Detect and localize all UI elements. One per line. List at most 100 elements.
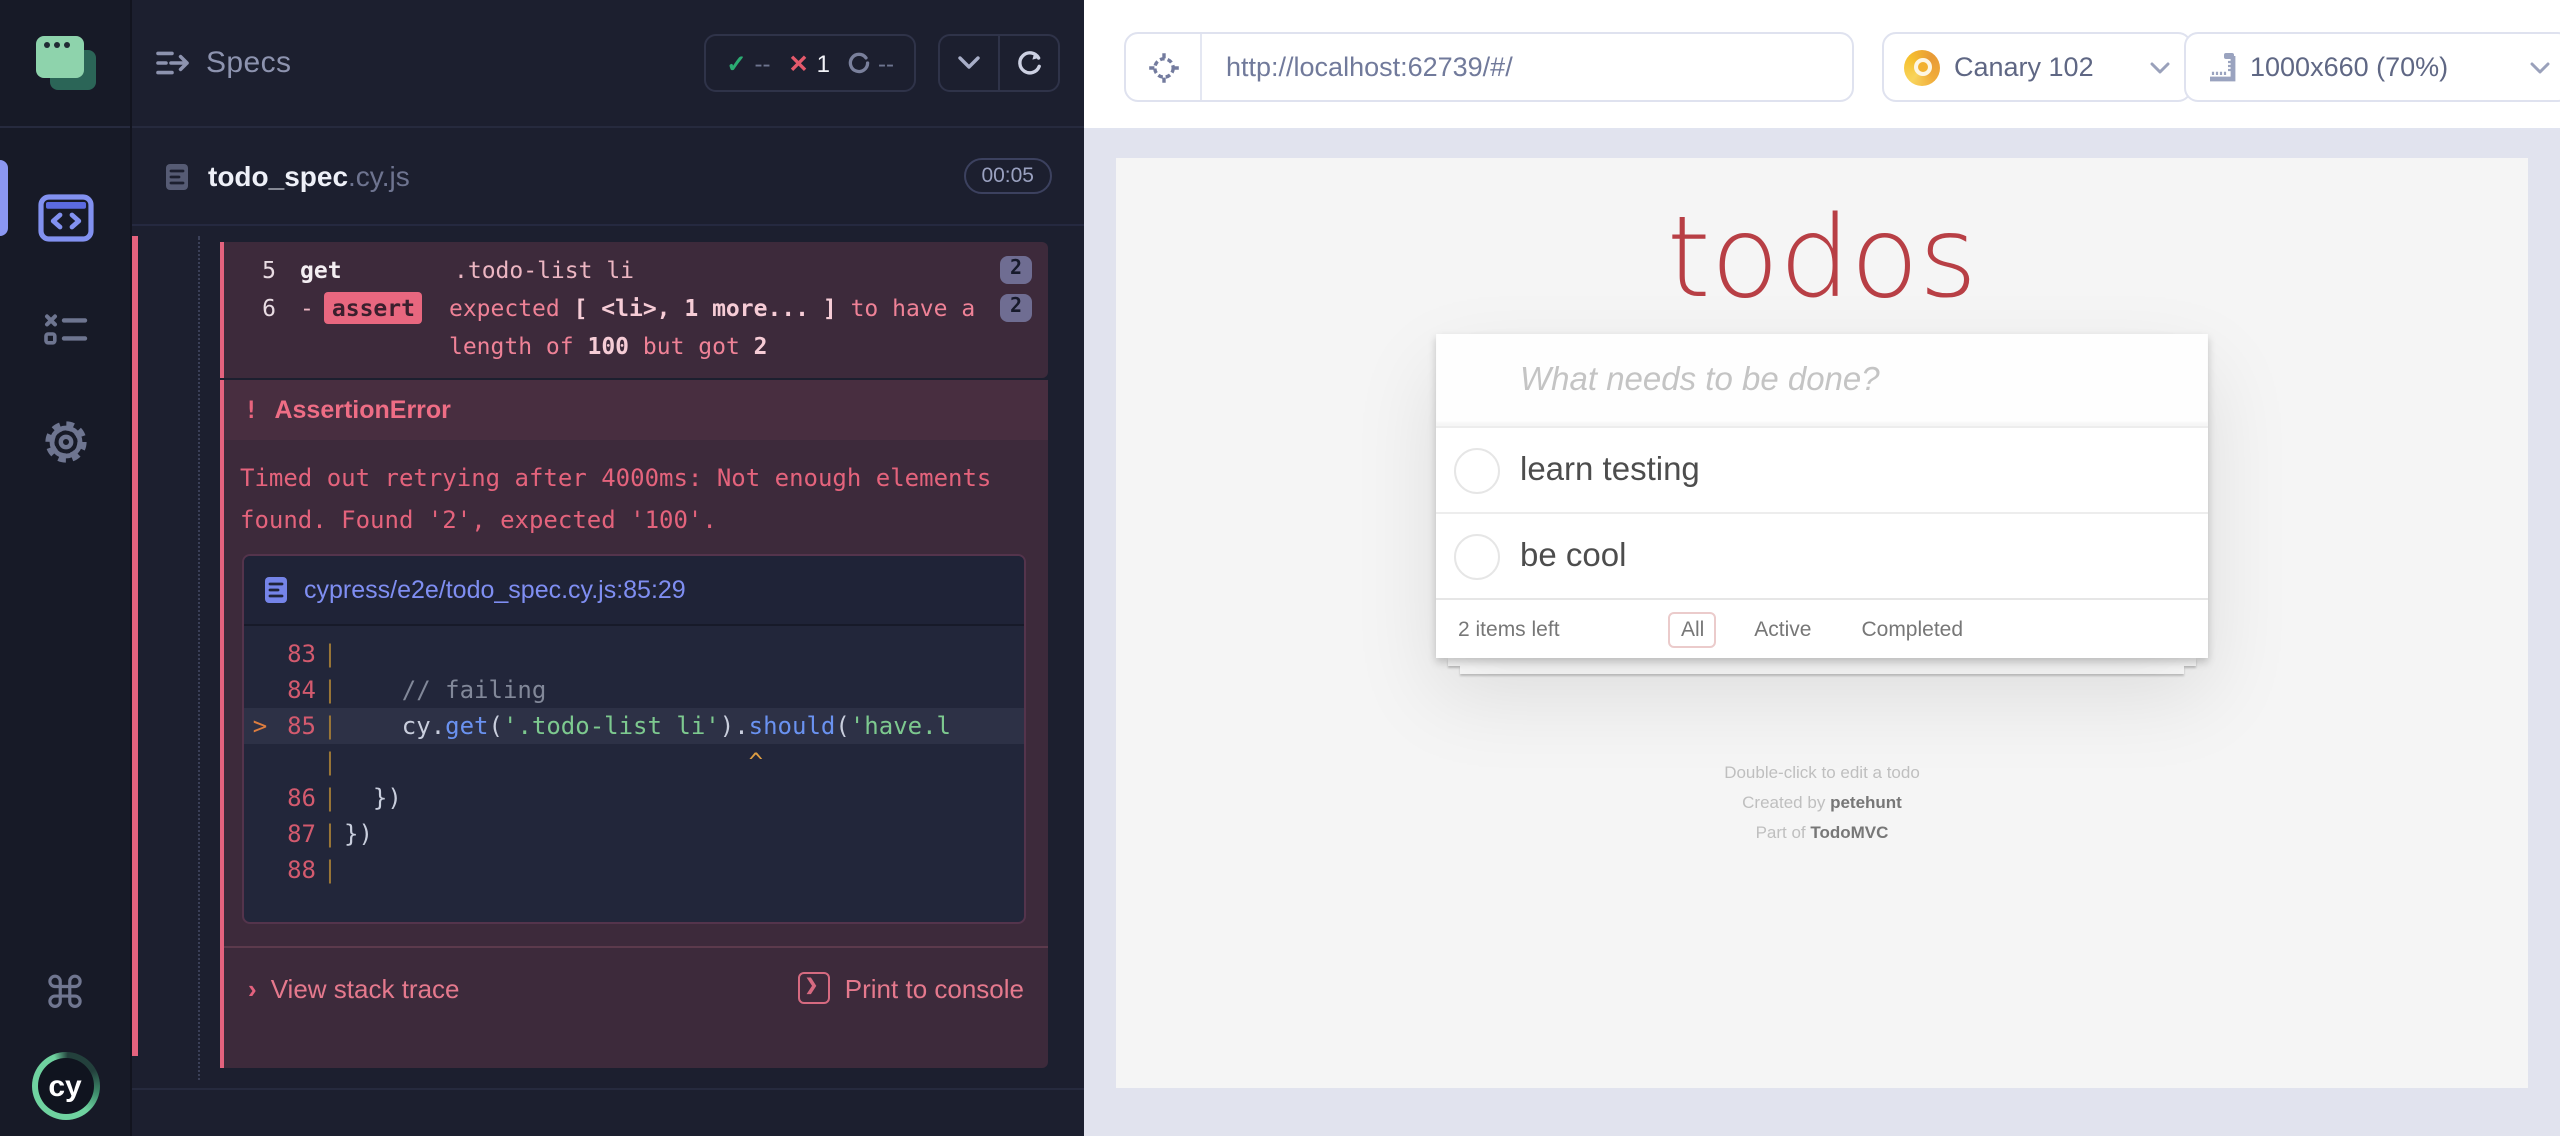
code-line-85: >85 | cy. get('.todo-list li'). should('hav… bbox=[244, 708, 1024, 744]
todos-title: todos bbox=[1666, 194, 1978, 324]
reporter-panel: Specs ✓ -- ✕ 1 -- todo_spec .cy.js 00:05… bbox=[132, 0, 1084, 1136]
chevron-down-icon bbox=[2150, 61, 2170, 73]
error-caret: ^ bbox=[344, 748, 764, 776]
todo-item: be cool bbox=[1436, 512, 2208, 598]
gutter-pipe: | bbox=[322, 748, 338, 776]
command-count-badge: 2 bbox=[999, 294, 1032, 322]
info-text: Created by bbox=[1742, 792, 1831, 812]
nav-item-runs[interactable] bbox=[0, 274, 130, 386]
passed-count: -- bbox=[754, 49, 771, 77]
code-frame: cypress/e2e/todo_spec.cy.js:85:29 83 | 84… bbox=[242, 554, 1026, 924]
spec-extension: .cy.js bbox=[348, 160, 410, 192]
ruler-icon bbox=[2210, 53, 2236, 82]
x-icon: ✕ bbox=[788, 49, 809, 77]
line-number: 84 bbox=[287, 676, 316, 704]
code-line-84: 84 | // failing bbox=[244, 672, 1024, 708]
rerun-tests-button[interactable] bbox=[998, 36, 1058, 90]
gutter-pipe: | bbox=[322, 676, 338, 704]
code-frame-file-link[interactable]: cypress/e2e/todo_spec.cy.js:85:29 bbox=[304, 576, 686, 604]
command-number: 6 bbox=[262, 294, 276, 322]
reporter-controls bbox=[938, 34, 1060, 92]
assert-expected-length: 100 bbox=[587, 332, 630, 360]
error-name: AssertionError bbox=[274, 396, 451, 424]
author-link[interactable]: petehunt bbox=[1830, 792, 1902, 812]
filter-all[interactable]: All bbox=[1668, 611, 1717, 647]
nav-item-settings[interactable] bbox=[0, 386, 130, 498]
code-token: ( bbox=[835, 712, 850, 740]
error-bang-icon: ! bbox=[244, 396, 259, 424]
todomvc-link[interactable]: TodoMVC bbox=[1810, 822, 1888, 842]
command-log-block: 5 get .todo-list li 2 6 - assert expecte… bbox=[220, 242, 1048, 378]
assert-text: expected bbox=[448, 294, 574, 322]
filter-active[interactable]: Active bbox=[1742, 611, 1823, 647]
line-number: 88 bbox=[287, 856, 316, 884]
browser-pane: http://localhost:62739/#/ Canary 102 100… bbox=[1084, 0, 2560, 1136]
print-to-console-button[interactable]: ❯ Print to console bbox=[798, 972, 1024, 1004]
todo-toggle-checkbox[interactable] bbox=[1454, 448, 1500, 494]
command-count-badge: 2 bbox=[999, 256, 1032, 284]
code-line-88: 88 | bbox=[244, 852, 1024, 888]
file-icon bbox=[265, 577, 287, 603]
error-block: ! AssertionError Timed out retrying afte… bbox=[220, 380, 1048, 1068]
print-to-console-label: Print to console bbox=[844, 973, 1024, 1003]
code-token: ( bbox=[488, 712, 503, 740]
browser-select[interactable]: Canary 102 bbox=[1882, 32, 2192, 102]
todo-label[interactable]: be cool bbox=[1520, 537, 1626, 575]
command-row-assert[interactable]: 6 - assert expected [ <li>, 1 more... ] … bbox=[224, 290, 1048, 366]
todo-toggle-checkbox[interactable] bbox=[1454, 534, 1500, 580]
cypress-logo[interactable]: cy bbox=[31, 1052, 99, 1120]
view-stack-trace-button[interactable]: › View stack trace bbox=[248, 973, 460, 1003]
todo-filters: All Active Completed bbox=[1436, 611, 2208, 647]
info-created: Created by petehunt bbox=[1116, 788, 2528, 818]
todo-footer: 2 items left All Active Completed bbox=[1436, 598, 2208, 658]
url-input[interactable]: http://localhost:62739/#/ bbox=[1226, 52, 1513, 82]
spec-file-header[interactable]: todo_spec .cy.js 00:05 bbox=[132, 128, 1084, 226]
code-frame-body: 83 | 84 | // failing >85 | cy. get('.todo-li… bbox=[244, 626, 1024, 888]
spec-timer-badge: 00:05 bbox=[963, 158, 1052, 194]
error-header: ! AssertionError bbox=[224, 380, 1048, 440]
view-stack-trace-label: View stack trace bbox=[270, 973, 460, 1003]
new-todo-input[interactable] bbox=[1436, 334, 2208, 426]
code-line-86: 86 | }) bbox=[244, 780, 1024, 816]
assert-message: expected [ <li>, 1 more... ] to have a l… bbox=[449, 290, 1001, 366]
check-icon: ✓ bbox=[726, 49, 747, 77]
browser-header: http://localhost:62739/#/ Canary 102 100… bbox=[1084, 0, 2560, 130]
stat-passed: ✓ -- bbox=[726, 49, 770, 77]
collapse-all-button[interactable] bbox=[940, 36, 998, 90]
assert-badge: assert bbox=[323, 292, 423, 324]
cypress-logo-text: cy bbox=[37, 1058, 93, 1114]
keyboard-shortcuts-button[interactable]: ⌘ bbox=[43, 971, 87, 1016]
error-message: Timed out retrying after 4000ms: Not eno… bbox=[240, 464, 992, 534]
gutter-pipe: | bbox=[322, 856, 338, 884]
line-number: 86 bbox=[287, 784, 316, 812]
todo-label[interactable]: learn testing bbox=[1520, 451, 1700, 489]
selector-playground-button[interactable] bbox=[1126, 34, 1202, 100]
pending-count: -- bbox=[878, 49, 894, 77]
specs-browser-code-icon bbox=[37, 194, 93, 242]
error-line-arrow: > bbox=[252, 712, 268, 740]
nav-item-specs[interactable] bbox=[0, 162, 130, 274]
info-part-of: Part of TodoMVC bbox=[1116, 818, 2528, 848]
code-token: // failing bbox=[344, 676, 547, 704]
command-number: 5 bbox=[262, 256, 276, 284]
gutter-pipe: | bbox=[322, 820, 338, 848]
code-token: get bbox=[445, 712, 489, 740]
cypress-windows-icon bbox=[35, 36, 95, 90]
code-token: 'have.l bbox=[849, 712, 951, 740]
line-number: 87 bbox=[287, 820, 316, 848]
failed-test-indicator bbox=[132, 236, 138, 1056]
filter-completed[interactable]: Completed bbox=[1849, 611, 1975, 647]
command-row-get[interactable]: 5 get .todo-list li 2 bbox=[224, 252, 1048, 290]
assert-text: but got bbox=[629, 332, 754, 360]
url-bar: http://localhost:62739/#/ bbox=[1124, 32, 1854, 102]
console-icon: ❯ bbox=[798, 972, 831, 1004]
gutter-pipe: | bbox=[322, 712, 338, 740]
pending-circle-icon bbox=[848, 52, 870, 74]
app-logo-button[interactable] bbox=[0, 0, 130, 128]
code-token: }) bbox=[344, 820, 373, 848]
specs-menu-icon[interactable] bbox=[156, 50, 190, 76]
viewport-select-label: 1000x660 (70%) bbox=[2250, 52, 2449, 82]
viewport-select[interactable]: 1000x660 (70%) bbox=[2184, 32, 2560, 102]
stat-pending: -- bbox=[848, 49, 894, 77]
command-method: get bbox=[300, 256, 342, 284]
